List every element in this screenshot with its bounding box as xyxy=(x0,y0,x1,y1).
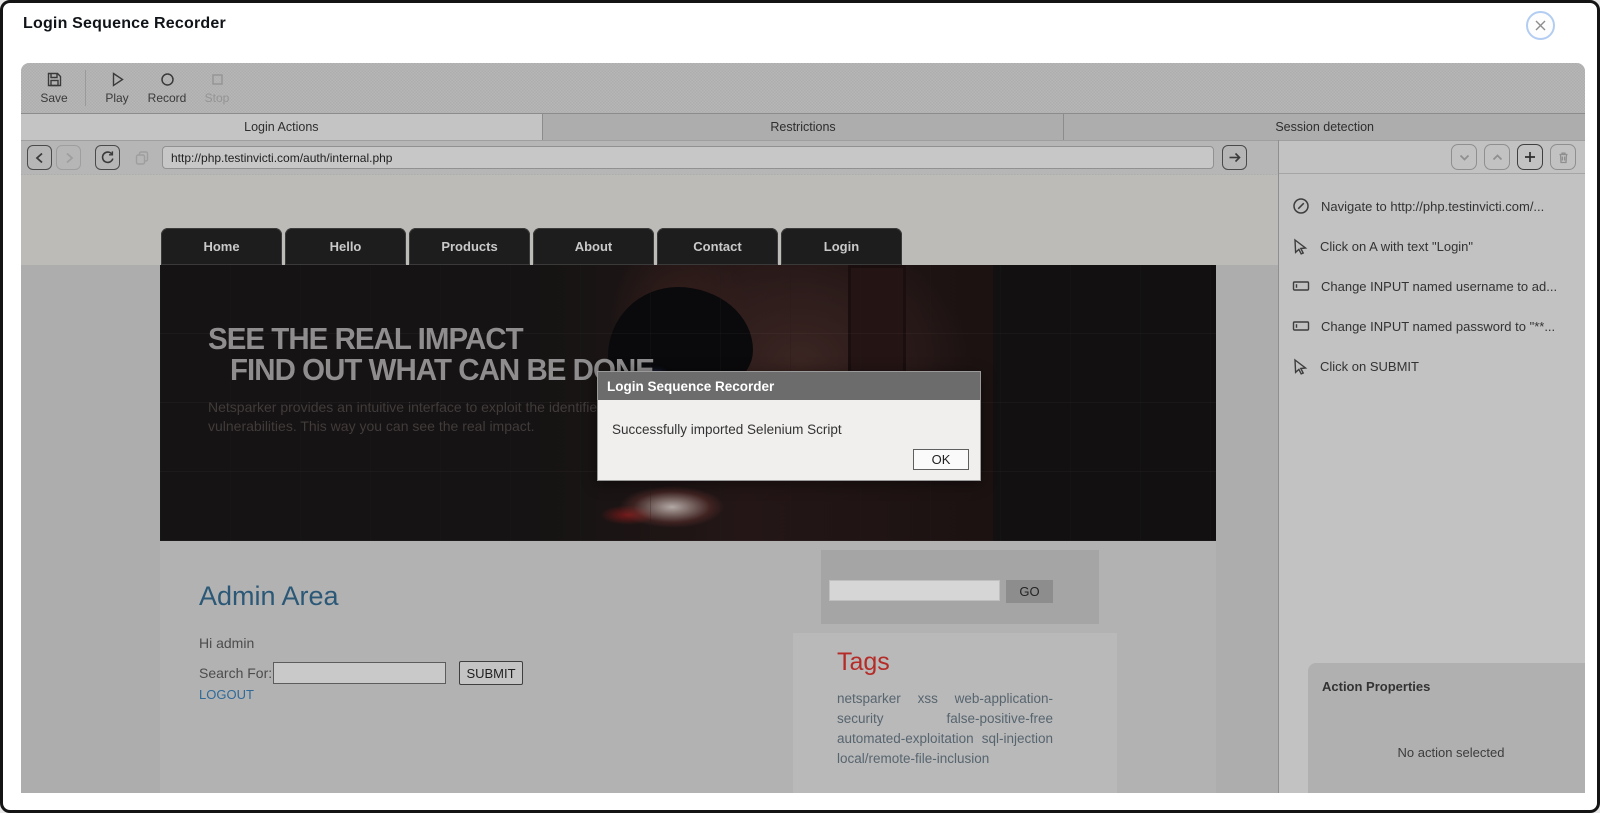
action-list: Navigate to http://php.testinvicti.com/.… xyxy=(1279,174,1585,386)
action-item-label: Click on A with text "Login" xyxy=(1320,238,1474,254)
tags-cloud: netsparker xss web-application-security … xyxy=(837,689,1053,769)
action-item-change-username[interactable]: Change INPUT named username to ad... xyxy=(1279,266,1585,306)
tags-widget: Tags netsparker xss web-application-secu… xyxy=(793,633,1117,793)
site-tab-home[interactable]: Home xyxy=(161,228,282,265)
tag-link[interactable]: netsparker xyxy=(837,691,901,706)
move-down-button xyxy=(1451,144,1477,170)
action-item-click-submit[interactable]: Click on SUBMIT xyxy=(1279,346,1585,386)
cursor-click-icon xyxy=(1292,358,1309,375)
site-tab-login[interactable]: Login xyxy=(781,228,902,265)
stop-icon xyxy=(209,71,226,88)
play-label: Play xyxy=(105,91,129,105)
refresh-button[interactable] xyxy=(95,145,120,170)
site-nav-tabs: Home Hello Products About Contact Login xyxy=(161,228,902,265)
tag-link[interactable]: false-positive-free xyxy=(946,711,1053,726)
dialog-message: Successfully imported Selenium Script xyxy=(612,422,842,437)
logout-link[interactable]: LOGOUT xyxy=(199,687,254,702)
navigate-icon xyxy=(1292,197,1310,215)
hero-headline-2: FIND OUT WHAT CAN BE DONE xyxy=(230,352,655,387)
go-button[interactable] xyxy=(1222,145,1247,170)
section-tabs: Login Actions Restrictions Session detec… xyxy=(21,113,1585,140)
record-button[interactable]: Record xyxy=(142,66,192,110)
move-up-button xyxy=(1484,144,1510,170)
window-title: Login Sequence Recorder xyxy=(23,15,226,32)
action-item-change-password[interactable]: Change INPUT named password to "**... xyxy=(1279,306,1585,346)
action-properties-panel: Action Properties No action selected xyxy=(1308,663,1585,793)
no-action-selected-text: No action selected xyxy=(1397,745,1505,760)
actions-panel-toolbar xyxy=(1279,140,1585,174)
stop-label: Stop xyxy=(204,91,230,105)
record-label: Record xyxy=(147,91,187,105)
sidebar-go-button[interactable]: GO xyxy=(1006,580,1053,603)
import-result-dialog: Login Sequence Recorder Successfully imp… xyxy=(597,371,981,481)
site-tab-products[interactable]: Products xyxy=(409,228,530,265)
dialog-title: Login Sequence Recorder xyxy=(598,372,980,400)
action-item-label: Change INPUT named password to "**... xyxy=(1321,318,1556,334)
browser-viewport: Home Hello Products About Contact Login … xyxy=(21,175,1278,793)
stop-button: Stop xyxy=(192,66,242,110)
add-action-button[interactable] xyxy=(1517,144,1543,170)
action-item-click-login[interactable]: Click on A with text "Login" xyxy=(1279,226,1585,266)
close-icon xyxy=(1534,19,1547,32)
record-icon xyxy=(159,71,176,88)
login-actions-panel: Navigate to http://php.testinvicti.com/.… xyxy=(1278,140,1585,793)
tags-heading: Tags xyxy=(837,648,890,676)
save-label: Save xyxy=(40,91,68,105)
browser-nav-bar xyxy=(21,140,1278,174)
login-sequence-recorder-window: Login Sequence Recorder Save Play Record… xyxy=(0,0,1600,813)
delete-action-button xyxy=(1550,144,1576,170)
copy-sequence-icon xyxy=(129,145,154,170)
back-button[interactable] xyxy=(27,145,52,170)
tab-session-detection[interactable]: Session detection xyxy=(1064,114,1585,140)
tag-link[interactable]: automated-exploitation xyxy=(837,731,974,746)
url-input[interactable] xyxy=(162,146,1214,169)
action-properties-title: Action Properties xyxy=(1322,679,1431,694)
search-for-label: Search For: xyxy=(199,665,273,681)
tag-link[interactable]: sql-injection xyxy=(982,731,1053,746)
toolbar-divider xyxy=(85,70,86,106)
admin-greeting: Hi admin xyxy=(199,635,255,651)
cursor-click-icon xyxy=(1292,238,1309,255)
action-item-label: Change INPUT named username to ad... xyxy=(1321,278,1558,294)
site-tab-about[interactable]: About xyxy=(533,228,654,265)
forward-button xyxy=(56,145,81,170)
admin-submit-button[interactable]: SUBMIT xyxy=(459,661,523,685)
toolbar: Save Play Record Stop xyxy=(21,63,1585,113)
tag-link[interactable]: local/remote-file-inclusion xyxy=(837,751,989,766)
tag-link[interactable]: xss xyxy=(918,691,938,706)
play-button[interactable]: Play xyxy=(92,66,142,110)
dialog-ok-button[interactable]: OK xyxy=(913,449,969,470)
site-tab-hello[interactable]: Hello xyxy=(285,228,406,265)
input-field-icon xyxy=(1292,277,1310,295)
close-button[interactable] xyxy=(1526,11,1555,40)
site-content: Admin Area Hi admin Search For: SUBMIT L… xyxy=(160,541,1216,793)
save-button[interactable]: Save xyxy=(29,66,79,110)
tab-login-actions[interactable]: Login Actions xyxy=(21,114,543,140)
tab-restrictions[interactable]: Restrictions xyxy=(542,114,1065,140)
save-icon xyxy=(46,71,63,88)
admin-area-heading: Admin Area xyxy=(199,581,339,611)
input-field-icon xyxy=(1292,317,1310,335)
sidebar-search-widget: GO xyxy=(821,550,1099,624)
action-item-navigate[interactable]: Navigate to http://php.testinvicti.com/.… xyxy=(1279,186,1585,226)
site-tab-contact[interactable]: Contact xyxy=(657,228,778,265)
action-item-label: Click on SUBMIT xyxy=(1320,358,1419,374)
play-icon xyxy=(109,71,126,88)
admin-search-input[interactable] xyxy=(273,662,446,684)
sidebar-search-input[interactable] xyxy=(829,580,1000,601)
action-item-label: Navigate to http://php.testinvicti.com/.… xyxy=(1321,198,1545,214)
